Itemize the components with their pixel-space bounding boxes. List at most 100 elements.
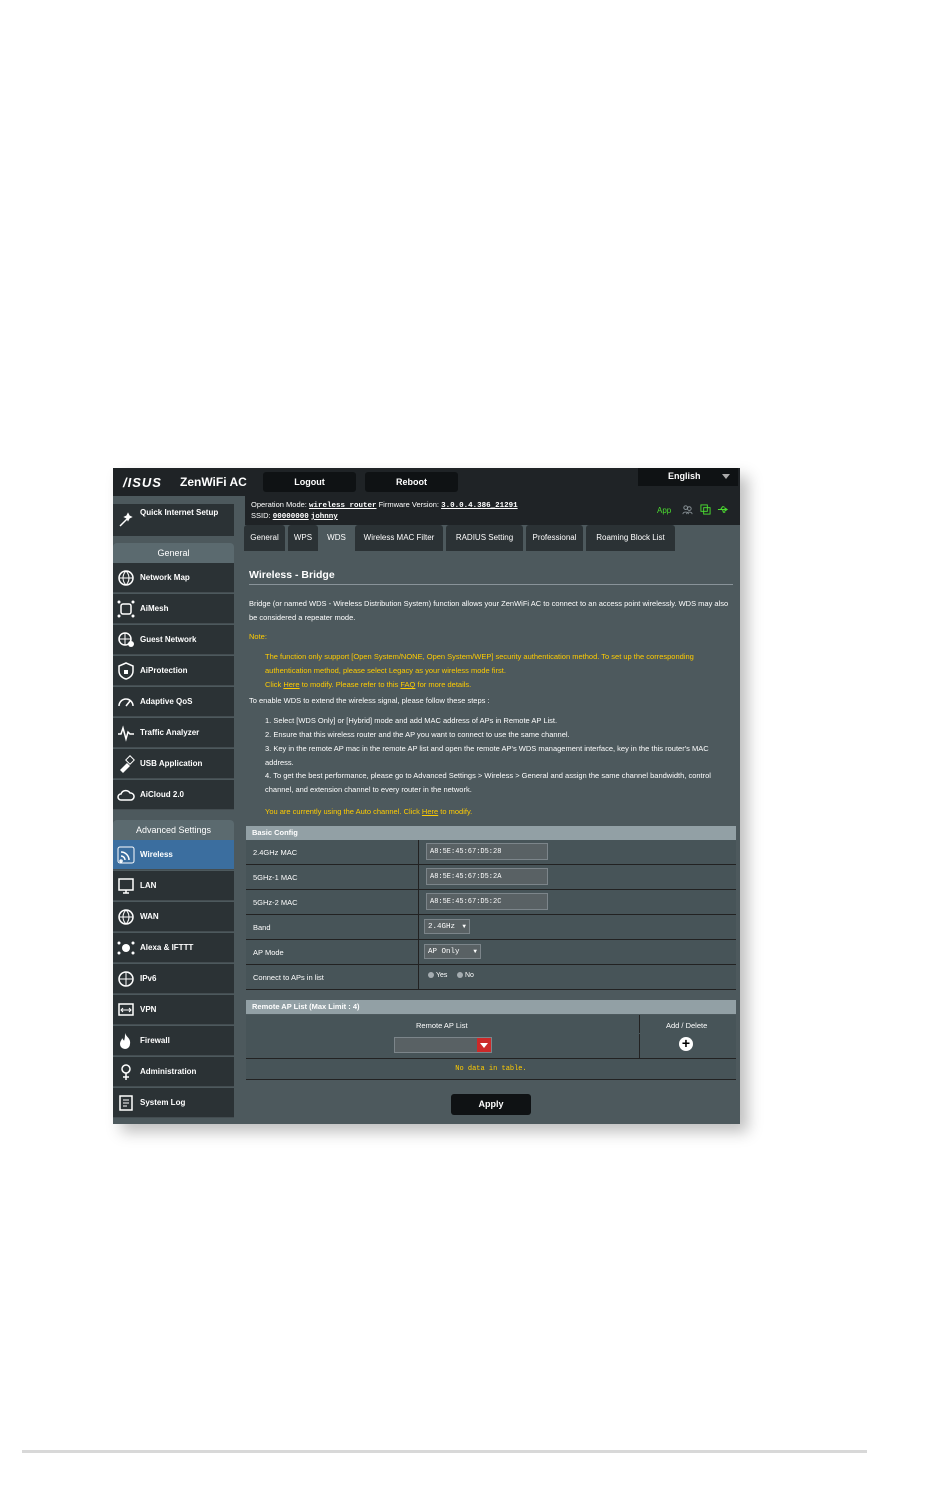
sidebar-item-lan[interactable]: LAN bbox=[113, 871, 234, 901]
row-divider bbox=[418, 940, 419, 964]
sidebar-item-label: Wireless bbox=[140, 850, 173, 859]
sidebar-item-label: WAN bbox=[140, 912, 159, 921]
app-link[interactable]: App bbox=[657, 506, 671, 515]
faq-link[interactable]: FAQ bbox=[400, 680, 415, 689]
tab-radius-setting[interactable]: RADIUS Setting bbox=[446, 525, 523, 551]
usb-drive-icon bbox=[120, 755, 135, 773]
row-divider bbox=[418, 840, 419, 864]
reboot-button[interactable]: Reboot bbox=[365, 472, 458, 492]
sidebar-item-label: USB Application bbox=[140, 759, 203, 768]
guest-globe-icon bbox=[118, 632, 134, 647]
connect-no-option[interactable]: No bbox=[457, 972, 474, 979]
sidebar-item-label: System Log bbox=[140, 1098, 186, 1107]
tab-wireless-mac-filter[interactable]: Wireless MAC Filter bbox=[355, 525, 443, 551]
mac-5ghz-2-row: 5GHz-2 MAC A8:5E:45:67:D5:2C bbox=[246, 890, 736, 915]
band-row: Band 2.4GHz ▼ bbox=[246, 915, 736, 940]
sidebar-item-adaptive-qos[interactable]: Adaptive QoS bbox=[113, 687, 234, 717]
tab-roaming-block-list[interactable]: Roaming Block List bbox=[586, 525, 675, 551]
shield-icon bbox=[118, 662, 134, 680]
sidebar-item-firewall[interactable]: Firewall bbox=[113, 1026, 234, 1056]
band-select[interactable]: 2.4GHz ▼ bbox=[424, 919, 470, 934]
mac-5ghz-1-field[interactable]: A8:5E:45:67:D5:2A bbox=[426, 868, 548, 885]
mac-5ghz-2-field[interactable]: A8:5E:45:67:D5:2C bbox=[426, 893, 548, 910]
remote-ap-input-row: + bbox=[246, 1034, 736, 1059]
remote-ap-table-header: Remote AP List Add / Delete bbox=[246, 1015, 736, 1035]
sidebar-item-label: Administration bbox=[140, 1067, 197, 1076]
sidebar-item-aiprotection[interactable]: AiProtection bbox=[113, 656, 234, 686]
firmware-link[interactable]: 3.0.0.4.386_21291 bbox=[441, 502, 518, 510]
sidebar-item-label: Network Map bbox=[140, 573, 190, 582]
auto-channel-here-link[interactable]: Here bbox=[422, 807, 438, 816]
dropdown-arrow-icon[interactable] bbox=[477, 1038, 491, 1052]
row-divider bbox=[418, 915, 419, 939]
sidebar-item-traffic-analyzer[interactable]: Traffic Analyzer bbox=[113, 718, 234, 748]
logout-button[interactable]: Logout bbox=[263, 472, 356, 492]
tab-wps[interactable]: WPS bbox=[288, 525, 318, 551]
ipv6-globe-icon bbox=[118, 971, 134, 987]
quick-internet-setup[interactable]: Quick Internet Setup bbox=[113, 504, 234, 536]
col-divider bbox=[639, 1034, 640, 1058]
radio-no[interactable] bbox=[457, 972, 463, 979]
here-link[interactable]: Here bbox=[283, 680, 299, 689]
note-security: The function only support [Open System/N… bbox=[265, 652, 694, 675]
ssid-line: SSID: 00000000 johnny bbox=[251, 511, 338, 521]
sidebar-item-usb-application[interactable]: USB Application bbox=[113, 749, 234, 779]
sidebar-item-system-log[interactable]: System Log bbox=[113, 1088, 234, 1118]
tab-general[interactable]: General bbox=[244, 525, 285, 551]
language-label: English bbox=[668, 471, 701, 481]
empty-table-message: No data in table. bbox=[246, 1059, 736, 1080]
usb-icon[interactable] bbox=[717, 504, 728, 515]
sidebar: Quick Internet Setup General Network Map… bbox=[113, 496, 234, 1124]
ap-mode-label: AP Mode bbox=[253, 948, 284, 957]
clients-icon[interactable] bbox=[682, 504, 693, 515]
remote-ap-combobox[interactable] bbox=[394, 1037, 492, 1053]
remote-ap-header: Remote AP List (Max Limit : 4) bbox=[246, 1000, 736, 1014]
tab-wds[interactable]: WDS bbox=[321, 525, 352, 551]
radio-yes[interactable] bbox=[428, 972, 434, 979]
sidebar-item-wireless[interactable]: Wireless bbox=[113, 840, 234, 870]
sidebar-item-guest-network[interactable]: Guest Network bbox=[113, 625, 234, 655]
apply-button[interactable]: Apply bbox=[451, 1094, 531, 1115]
tab-professional[interactable]: Professional bbox=[526, 525, 583, 551]
sidebar-item-wan[interactable]: WAN bbox=[113, 902, 234, 932]
sidebar-item-label: Adaptive QoS bbox=[140, 697, 193, 706]
admin-icon bbox=[121, 1064, 131, 1080]
firmware-label: Firmware Version: bbox=[378, 500, 440, 509]
asus-logo: /ISUS bbox=[123, 475, 162, 490]
radio-no-label: No bbox=[465, 972, 474, 979]
sidebar-item-aimesh[interactable]: AiMesh bbox=[113, 594, 234, 624]
title-divider bbox=[249, 584, 733, 585]
network-status-icon[interactable] bbox=[700, 504, 711, 515]
step-1: 1. Select [WDS Only] or [Hybrid] mode an… bbox=[265, 716, 558, 725]
ssid-link-2[interactable]: johnny bbox=[311, 513, 338, 521]
main-panel: Wireless - Bridge Bridge (or named WDS -… bbox=[244, 552, 739, 1124]
sidebar-item-label: LAN bbox=[140, 881, 157, 890]
ap-mode-value: AP Only bbox=[428, 948, 460, 956]
model-name: ZenWiFi AC bbox=[180, 475, 247, 489]
connect-yes-option[interactable]: Yes bbox=[428, 972, 447, 979]
sidebar-item-aicloud[interactable]: AiCloud 2.0 bbox=[113, 780, 234, 810]
ssid-link-1[interactable]: 00000000 bbox=[273, 513, 309, 521]
page-footer-line bbox=[22, 1450, 867, 1453]
sidebar-item-vpn[interactable]: VPN bbox=[113, 995, 234, 1025]
step-3: 3. Key in the remote AP mac in the remot… bbox=[265, 744, 709, 767]
sidebar-item-alexa-ifttt[interactable]: Alexa & IFTTT bbox=[113, 933, 234, 963]
sidebar-item-administration[interactable]: Administration bbox=[113, 1057, 234, 1087]
mac-24ghz-field[interactable]: A8:5E:45:67:D5:28 bbox=[426, 843, 548, 860]
op-mode-link[interactable]: wireless router bbox=[309, 502, 377, 510]
mac-24ghz-label: 2.4GHz MAC bbox=[253, 848, 298, 857]
language-select[interactable]: English bbox=[638, 468, 738, 486]
globe-icon bbox=[118, 909, 134, 925]
ap-mode-select[interactable]: AP Only ▼ bbox=[424, 944, 481, 959]
auto-channel-note: You are currently using the Auto channel… bbox=[265, 805, 472, 819]
add-plus-icon[interactable]: + bbox=[679, 1036, 693, 1051]
top-bar: /ISUS ZenWiFi AC Logout Reboot English bbox=[113, 468, 740, 496]
log-icon bbox=[119, 1095, 133, 1111]
globe-icon bbox=[118, 570, 134, 586]
steps-intro: To enable WDS to extend the wireless sig… bbox=[249, 696, 490, 705]
band-value: 2.4GHz bbox=[428, 923, 456, 931]
sidebar-item-ipv6[interactable]: IPv6 bbox=[113, 964, 234, 994]
note-label: Note: bbox=[249, 632, 267, 641]
mac-5ghz-1-row: 5GHz-1 MAC A8:5E:45:67:D5:2A bbox=[246, 865, 736, 890]
sidebar-item-network-map[interactable]: Network Map bbox=[113, 563, 234, 593]
